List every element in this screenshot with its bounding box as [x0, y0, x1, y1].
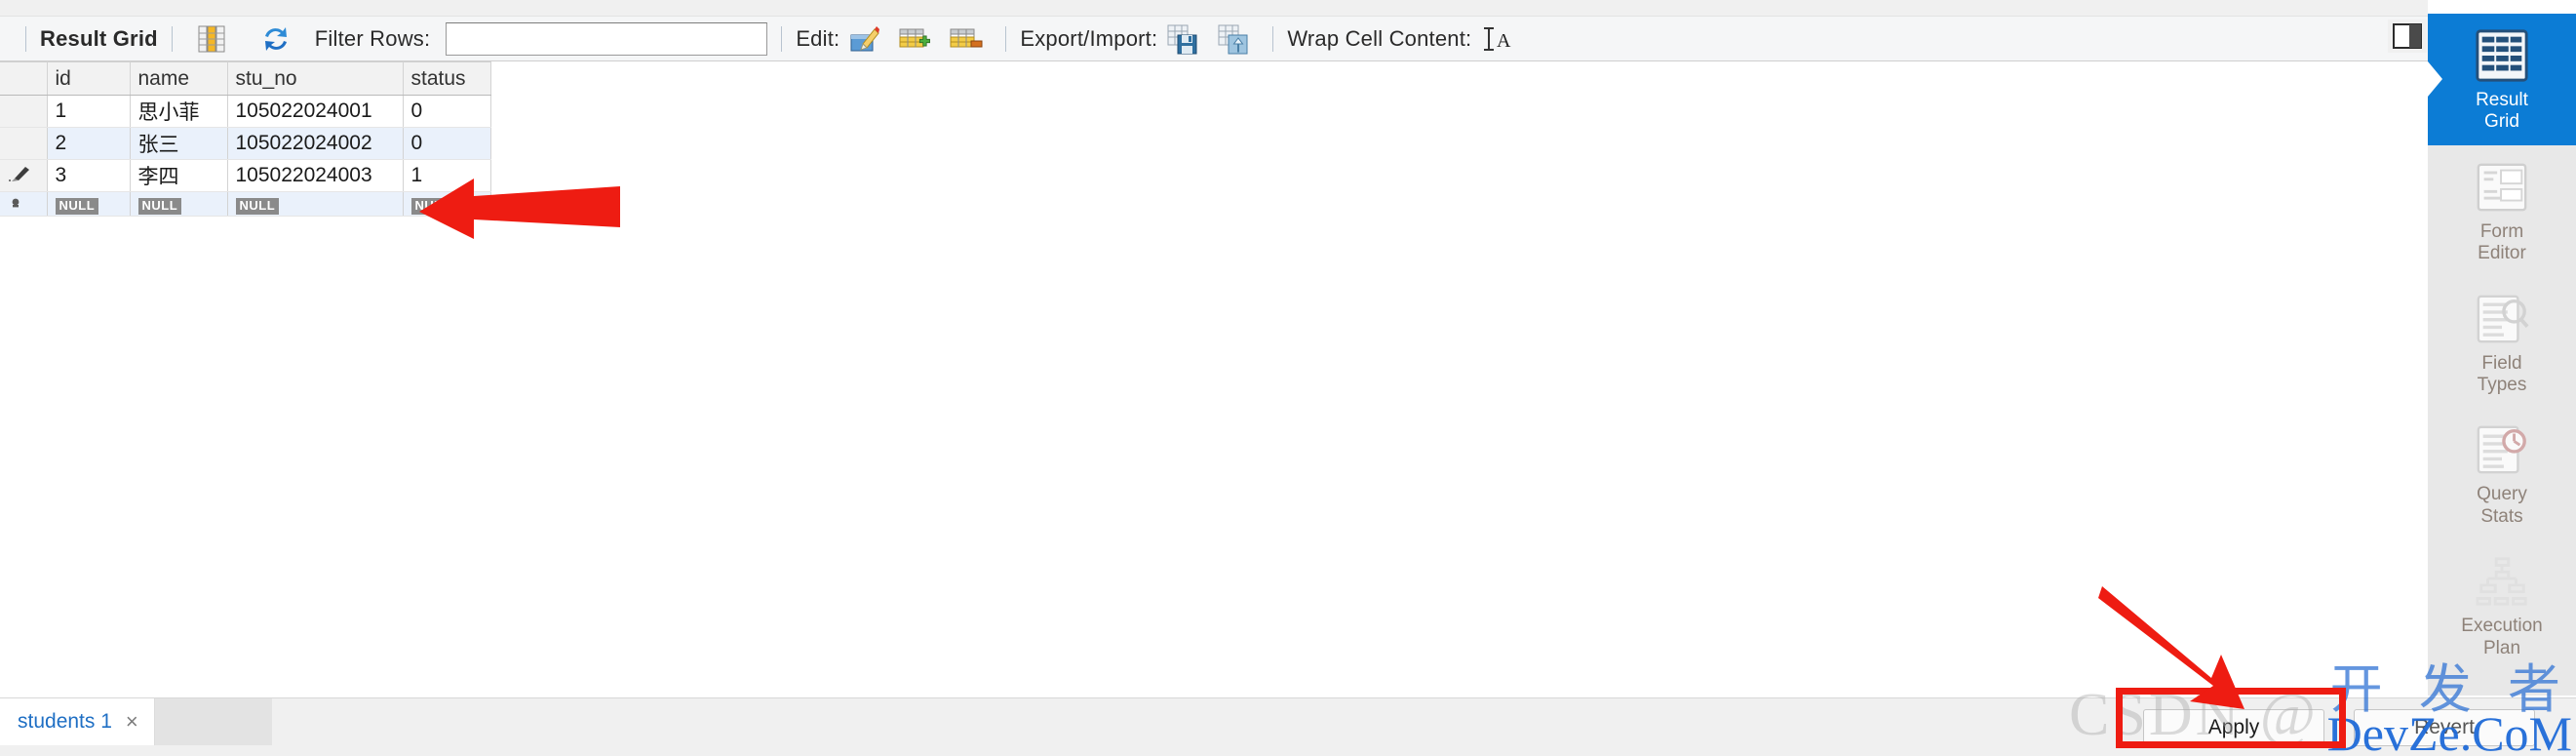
row-gutter[interactable]: [0, 95, 48, 128]
wrap-cell-content-label: Wrap Cell Content:: [1287, 25, 1472, 51]
sidebar-item-label: Execution Plan: [2461, 616, 2543, 658]
result-grid-table: id name stu_no status 1 思小菲 105022024001…: [0, 61, 491, 217]
edit-label: Edit:: [796, 25, 840, 51]
close-icon[interactable]: ×: [126, 711, 138, 733]
result-panel-sidebar: Result Grid Form Editor Field Types Quer…: [2428, 0, 2576, 756]
refresh-icon[interactable]: [256, 21, 295, 57]
import-recordset-icon[interactable]: [1214, 21, 1253, 57]
export-import-label: Export/Import:: [1020, 25, 1158, 51]
column-header-stu_no[interactable]: stu_no: [227, 61, 404, 96]
execution-plan-icon: [2476, 557, 2527, 606]
result-grid-label: Result Grid: [40, 25, 158, 51]
toolbar-separator: [171, 25, 173, 52]
table-row[interactable]: 1 思小菲 105022024001 0: [0, 95, 491, 128]
cell-name[interactable]: 李四: [130, 159, 228, 192]
result-grid-toolbar: Result Grid Filter Rows: Edit: Export/Im…: [0, 17, 2428, 61]
svg-text:A: A: [1497, 30, 1511, 52]
cell-name[interactable]: 张三: [130, 127, 228, 160]
null-badge: NULL: [410, 198, 455, 215]
cell-stu_no-new[interactable]: NULL: [227, 191, 404, 217]
row-gutter-new[interactable]: [0, 191, 48, 217]
null-badge: NULL: [55, 198, 99, 215]
apply-button[interactable]: Apply: [2143, 709, 2324, 746]
sidebar-items: Result Grid Form Editor Field Types Quer…: [2428, 14, 2576, 696]
column-header-gutter[interactable]: [0, 61, 48, 96]
column-header-name[interactable]: name: [130, 61, 228, 96]
cell-id[interactable]: 3: [47, 159, 131, 192]
mysql-workbench-result-panel: Result Grid Filter Rows: Edit: Export/Im…: [0, 0, 2576, 756]
sidebar-item-label: Field Types: [2477, 352, 2527, 396]
new-row-icon: [8, 192, 23, 215]
query-stats-icon: [2477, 426, 2526, 474]
sidebar-item-query-stats[interactable]: Query Stats: [2428, 408, 2576, 539]
edit-pencil-icon[interactable]: [845, 21, 884, 57]
sidebar-item-label: Query Stats: [2477, 484, 2527, 527]
cell-stu_no[interactable]: 105022024002: [227, 127, 404, 160]
dataset-tab-label: students 1: [18, 710, 112, 733]
field-types-icon: [2477, 295, 2529, 343]
toolbar-separator: [781, 25, 783, 52]
toggle-sidebar-icon[interactable]: [2388, 20, 2427, 53]
revert-button[interactable]: Revert: [2354, 709, 2535, 746]
sidebar-item-label: Form Editor: [2478, 220, 2526, 264]
cell-status[interactable]: 0: [403, 95, 491, 128]
sidebar-item-execution-plan[interactable]: Execution Plan: [2428, 539, 2576, 671]
tabstrip-filler: [154, 698, 272, 745]
toolbar-separator: [1272, 25, 1274, 52]
grid-header-row: id name stu_no status: [0, 61, 491, 96]
cell-name-new[interactable]: NULL: [130, 191, 228, 217]
null-badge: NULL: [235, 198, 280, 215]
export-recordset-icon[interactable]: [1163, 21, 1202, 57]
filter-rows-input[interactable]: [446, 21, 768, 56]
new-row-placeholder[interactable]: NULL NULL NULL NULL: [0, 191, 491, 217]
sidebar-item-field-types[interactable]: Field Types: [2428, 277, 2576, 409]
sidebar-item-form-editor[interactable]: Form Editor: [2428, 145, 2576, 277]
result-grid-icon: [2476, 29, 2528, 82]
cell-status[interactable]: 0: [403, 127, 491, 160]
column-header-status[interactable]: status: [403, 61, 491, 96]
top-strip: [0, 0, 2428, 17]
toolbar-separator: [1005, 25, 1007, 52]
grid-body: 1 思小菲 105022024001 0 2 张三 105022024002 0: [0, 95, 491, 217]
bottom-bar: students 1 × Revert Apply: [0, 697, 2576, 756]
result-grid[interactable]: id name stu_no status 1 思小菲 105022024001…: [0, 61, 2428, 697]
row-gutter[interactable]: [0, 127, 48, 160]
cell-stu_no[interactable]: 105022024003: [227, 159, 404, 192]
form-editor-icon: [2477, 163, 2527, 212]
row-gutter-edited[interactable]: [0, 159, 48, 192]
column-header-id[interactable]: id: [47, 61, 131, 96]
null-badge: NULL: [137, 198, 182, 215]
sidebar-item-result-grid[interactable]: Result Grid: [2428, 14, 2576, 145]
cell-stu_no[interactable]: 105022024001: [227, 95, 404, 128]
cell-id[interactable]: 1: [47, 95, 131, 128]
sidebar-item-label: Result Grid: [2476, 90, 2528, 133]
table-row[interactable]: 3 李四 105022024003 1: [0, 159, 491, 192]
cell-id-new[interactable]: NULL: [47, 191, 131, 217]
cell-name[interactable]: 思小菲: [130, 95, 228, 128]
dataset-tab-students-1[interactable]: students 1 ×: [0, 698, 155, 745]
grid-columns-icon[interactable]: [192, 21, 231, 57]
wrap-text-icon[interactable]: A: [1477, 21, 1516, 57]
cell-id[interactable]: 2: [47, 127, 131, 160]
insert-row-icon[interactable]: [896, 21, 935, 57]
delete-row-icon[interactable]: [947, 21, 986, 57]
toolbar-separator: [25, 25, 26, 52]
edit-pencil-icon: [8, 164, 33, 187]
dataset-tabstrip: students 1 ×: [0, 698, 272, 745]
table-row[interactable]: 2 张三 105022024002 0: [0, 127, 491, 160]
cell-status[interactable]: 1: [403, 159, 491, 192]
cell-status-new[interactable]: NULL: [403, 191, 491, 217]
filter-rows-label: Filter Rows:: [314, 25, 431, 51]
